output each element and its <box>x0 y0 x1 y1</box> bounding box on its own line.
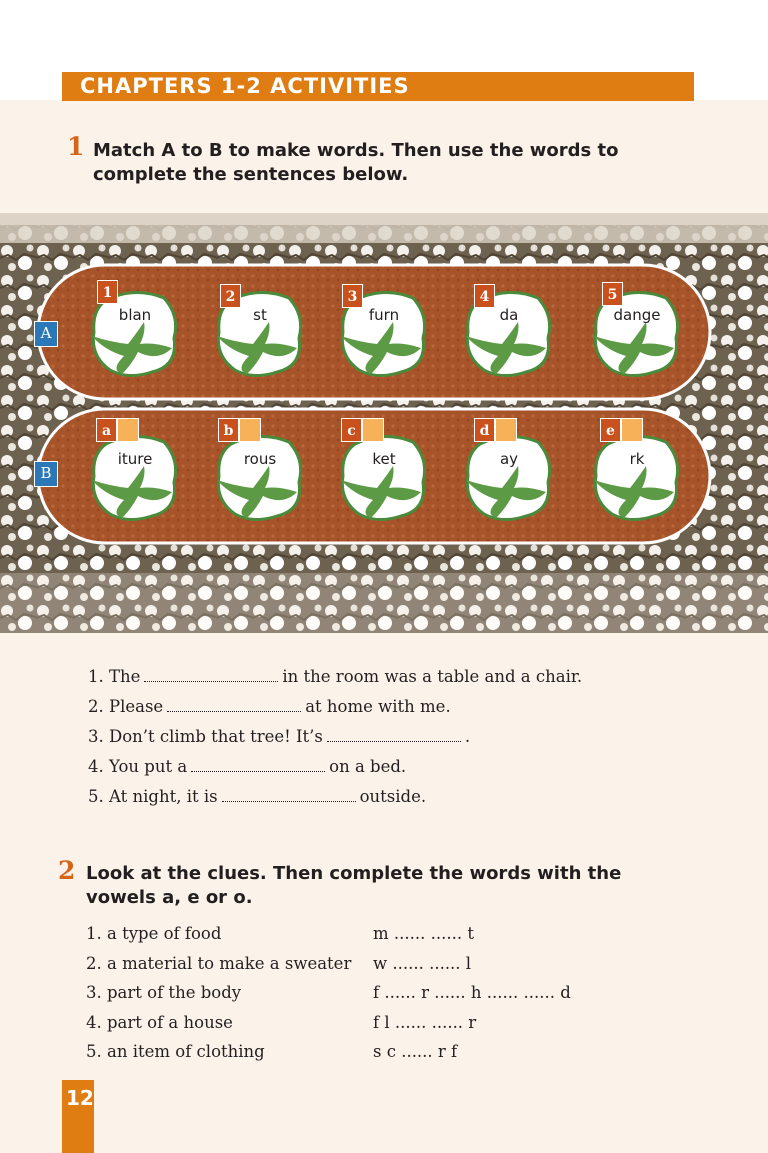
word-part: blan <box>118 306 152 324</box>
letter-box: e <box>600 418 621 442</box>
answer-blank[interactable] <box>191 757 326 772</box>
number-box: 5 <box>602 282 623 306</box>
word-puzzle[interactable]: w ...... ...... l <box>373 949 571 979</box>
word-puzzle[interactable]: s c ...... r f <box>373 1037 571 1067</box>
word-part: rous <box>243 450 277 468</box>
exercise-2-clues: 1. a type of food 2. a material to make … <box>86 919 351 1067</box>
exercise-2-instruction-line2: vowels a, e or o. <box>86 887 253 908</box>
number-box: 2 <box>220 284 241 308</box>
exercise-1-number: 1 <box>67 132 85 161</box>
answer-blank[interactable] <box>326 727 461 742</box>
word-puzzle[interactable]: m ...... ...... t <box>373 919 571 949</box>
sentence-item: 5. At night, it is outside. <box>88 787 427 806</box>
letter-box: c <box>341 418 362 442</box>
clue-item: 3. part of the body <box>86 983 242 1002</box>
cotton-boll-icon <box>465 435 552 521</box>
header-bar: CHAPTERS 1-2 ACTIVITIES <box>62 72 694 101</box>
exercise-2-instruction: Look at the clues. Then complete the wor… <box>86 862 621 910</box>
answer-box[interactable] <box>621 418 643 442</box>
exercise-1-instruction: Match A to B to make words. Then use the… <box>93 139 619 187</box>
word-part: dange <box>613 306 661 324</box>
answer-box[interactable] <box>495 418 517 442</box>
cotton-boll-b5: rk <box>590 430 684 524</box>
cotton-boll-b1: iture <box>88 430 182 524</box>
page-number: 12 <box>66 1086 94 1110</box>
page-title: CHAPTERS 1-2 ACTIVITIES <box>80 74 410 98</box>
clue-item: 1. a type of food <box>86 924 222 943</box>
clue-item: 5. an item of clothing <box>86 1042 265 1061</box>
cotton-boll-b3: ket <box>337 430 431 524</box>
letter-box: d <box>474 418 495 442</box>
clue-item: 4. part of a house <box>86 1012 233 1032</box>
exercise-2-number: 2 <box>58 856 76 885</box>
cotton-boll-b2: rous <box>213 430 307 524</box>
letter-box: b <box>218 418 239 442</box>
cotton-boll-icon <box>91 435 178 521</box>
row-b-label: B <box>34 461 58 487</box>
word-part: rk <box>629 450 645 468</box>
sentence-item: 1. The in the room was a table and a chai… <box>88 667 583 686</box>
exercise-1-sentences: 1. The in the room was a table and a chai… <box>88 662 582 812</box>
exercise-2-instruction-line1: Look at the clues. Then complete the wor… <box>86 863 622 884</box>
answer-blank[interactable] <box>221 787 356 802</box>
sentence-item: 3. Don’t climb that tree! It’s. <box>88 727 471 746</box>
number-box: 1 <box>97 280 118 304</box>
answer-box[interactable] <box>239 418 261 442</box>
word-part: ay <box>499 450 519 468</box>
number-box: 3 <box>342 284 363 308</box>
answer-blank[interactable] <box>144 667 279 682</box>
cotton-boll-b4: ay <box>462 430 556 524</box>
word-puzzle[interactable]: f ...... r ...... h ...... ...... d <box>373 978 571 1008</box>
word-part: da <box>499 306 519 324</box>
sentence-item: 4. You put a on a bed. <box>88 757 407 776</box>
row-a-label: A <box>34 321 58 347</box>
number-box: 4 <box>474 284 495 308</box>
clue-item: 2. a material to make a sweater <box>86 953 352 973</box>
page-number-tab: 12 <box>62 1080 94 1153</box>
word-part: ket <box>372 450 396 468</box>
exercise-1-instruction-line2: complete the sentences below. <box>93 164 409 185</box>
answer-box[interactable] <box>117 418 139 442</box>
cotton-boll-icon <box>340 435 427 521</box>
cotton-boll-icon <box>216 435 303 521</box>
answer-blank[interactable] <box>167 697 302 712</box>
sentence-item: 2. Please at home with me. <box>88 697 451 716</box>
cotton-boll-icon <box>593 435 680 521</box>
letter-box: a <box>96 418 117 442</box>
answer-box[interactable] <box>362 418 384 442</box>
word-part: iture <box>117 450 153 468</box>
exercise-1-instruction-line1: Match A to B to make words. Then use the… <box>93 140 619 161</box>
exercise-2-word-puzzles: m ...... ...... t w ...... ...... l f ..… <box>373 919 571 1067</box>
word-puzzle[interactable]: f l ...... ...... r <box>373 1008 571 1038</box>
